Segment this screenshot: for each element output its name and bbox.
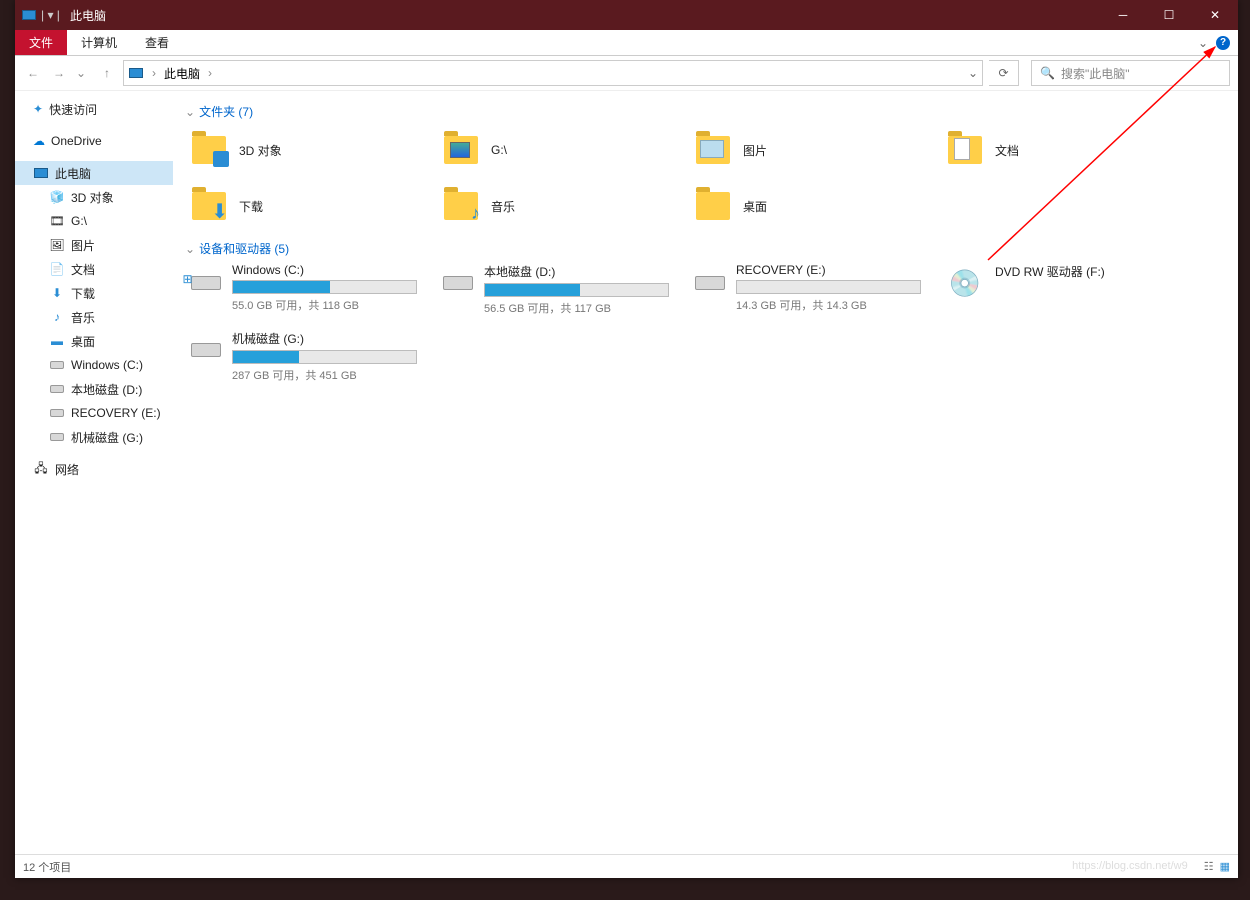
search-icon: 🔍 — [1040, 66, 1055, 80]
up-button[interactable]: ↑ — [97, 66, 117, 80]
ribbon-expand-icon[interactable]: ⌄ — [1198, 36, 1208, 50]
sidebar-item-c[interactable]: Windows (C:) — [15, 353, 173, 377]
explorer-window: | ▾ | 此电脑 ─ ☐ ✕ 文件 计算机 查看 ⌄ ? ← → ⌄ ↑ › … — [15, 0, 1238, 878]
statusbar: 12 个项目 https://blog.csdn.net/w9 ☷ ▦ — [15, 854, 1238, 878]
folder-label: 3D 对象 — [239, 142, 282, 159]
chevron-right-icon: › — [204, 66, 216, 80]
drive-tile[interactable]: 机械磁盘 (G:) 287 GB 可用，共 451 GB — [185, 330, 437, 383]
sidebar-item-desktop[interactable]: ▬桌面 — [15, 329, 173, 353]
folder-tile[interactable]: 桌面 — [689, 182, 941, 230]
watermark: https://blog.csdn.net/w9 — [1072, 860, 1188, 873]
group-folders[interactable]: ⌄文件夹 (7) — [185, 103, 1226, 120]
drive-stat: 287 GB 可用，共 451 GB — [232, 367, 417, 383]
drive-stat: 56.5 GB 可用，共 117 GB — [484, 300, 669, 316]
item-count: 12 个项目 — [23, 859, 71, 875]
drive-icon — [693, 263, 726, 303]
window-title: 此电脑 — [60, 7, 106, 24]
sidebar-item-3d[interactable]: 🧊3D 对象 — [15, 185, 173, 209]
folder-tile[interactable]: G:\ — [437, 126, 689, 174]
details-view-icon[interactable]: ☷ — [1204, 860, 1214, 873]
folder-tile[interactable]: 文档 — [941, 126, 1193, 174]
drive-tile[interactable]: 本地磁盘 (D:) 56.5 GB 可用，共 117 GB — [437, 263, 689, 316]
folder-label: 音乐 — [491, 198, 515, 215]
drive-icon: 💿 — [945, 263, 985, 303]
drive-icon — [441, 263, 474, 303]
ribbon: 文件 计算机 查看 ⌄ ? — [15, 30, 1238, 56]
drive-name: RECOVERY (E:) — [736, 263, 921, 277]
folder-label: G:\ — [491, 143, 507, 157]
folder-icon: ⬇ — [189, 186, 229, 226]
pc-icon — [128, 65, 144, 81]
group-drives[interactable]: ⌄设备和驱动器 (5) — [185, 240, 1226, 257]
drive-stat: 14.3 GB 可用，共 14.3 GB — [736, 297, 921, 313]
folder-label: 桌面 — [743, 198, 767, 215]
recent-menu[interactable]: ⌄ — [71, 66, 91, 80]
sidebar-item-gdrive[interactable]: 🎞G:\ — [15, 209, 173, 233]
chevron-right-icon: › — [148, 66, 160, 80]
drive-icon — [189, 330, 222, 370]
folder-icon: ♪ — [441, 186, 481, 226]
folder-icon — [693, 186, 733, 226]
sidebar: ✦快速访问 ☁OneDrive 此电脑 🧊3D 对象 🎞G:\ 🖼图片 📄文档 … — [15, 91, 173, 854]
forward-button[interactable]: → — [49, 66, 69, 80]
content-pane: ⌄文件夹 (7) 3D 对象 G:\ 图片 文档 ⬇ 下载 ♪ 音乐 桌面 ⌄设备和驱动器 (5… — [173, 91, 1238, 854]
drive-tile[interactable]: RECOVERY (E:) 14.3 GB 可用，共 14.3 GB — [689, 263, 941, 316]
drive-tile[interactable]: 💿 DVD RW 驱动器 (F:) — [941, 263, 1193, 316]
refresh-button[interactable]: ⟳ — [989, 60, 1019, 86]
navbar: ← → ⌄ ↑ › 此电脑 › ⌄ ⟳ 🔍 搜索"此电脑" — [15, 56, 1238, 90]
drive-name: Windows (C:) — [232, 263, 417, 277]
folder-tile[interactable]: 3D 对象 — [185, 126, 437, 174]
address-bar[interactable]: › 此电脑 › ⌄ — [123, 60, 983, 86]
folder-icon — [693, 130, 733, 170]
sidebar-item-d[interactable]: 本地磁盘 (D:) — [15, 377, 173, 401]
titlebar[interactable]: | ▾ | 此电脑 ─ ☐ ✕ — [15, 0, 1238, 30]
folder-label: 下载 — [239, 198, 263, 215]
folder-icon — [441, 130, 481, 170]
search-box[interactable]: 🔍 搜索"此电脑" — [1031, 60, 1230, 86]
folder-tile[interactable]: 图片 — [689, 126, 941, 174]
drive-stat: 55.0 GB 可用，共 118 GB — [232, 297, 417, 313]
folder-label: 图片 — [743, 142, 767, 159]
close-button[interactable]: ✕ — [1192, 0, 1238, 30]
drive-bar — [232, 280, 417, 294]
sidebar-item-network[interactable]: 🖧网络 — [15, 457, 173, 481]
maximize-button[interactable]: ☐ — [1146, 0, 1192, 30]
drive-name: 机械磁盘 (G:) — [232, 330, 417, 347]
sidebar-item-quick[interactable]: ✦快速访问 — [15, 97, 173, 121]
drive-bar — [736, 280, 921, 294]
folder-tile[interactable]: ⬇ 下载 — [185, 182, 437, 230]
search-placeholder: 搜索"此电脑" — [1061, 65, 1130, 82]
sidebar-item-g[interactable]: 机械磁盘 (G:) — [15, 425, 173, 449]
sidebar-item-onedrive[interactable]: ☁OneDrive — [15, 129, 173, 153]
sidebar-item-downloads[interactable]: ⬇下载 — [15, 281, 173, 305]
tab-file[interactable]: 文件 — [15, 30, 67, 55]
sidebar-item-music[interactable]: ♪音乐 — [15, 305, 173, 329]
tab-computer[interactable]: 计算机 — [67, 30, 131, 55]
drive-name: 本地磁盘 (D:) — [484, 263, 669, 280]
sidebar-item-e[interactable]: RECOVERY (E:) — [15, 401, 173, 425]
titlebar-icon: | ▾ | — [15, 7, 60, 23]
drive-name: DVD RW 驱动器 (F:) — [995, 263, 1173, 280]
tab-view[interactable]: 查看 — [131, 30, 183, 55]
minimize-button[interactable]: ─ — [1100, 0, 1146, 30]
large-view-icon[interactable]: ▦ — [1220, 860, 1230, 873]
address-dropdown[interactable]: ⌄ — [968, 66, 978, 80]
drive-icon: ⊞ — [189, 263, 222, 303]
folder-label: 文档 — [995, 142, 1019, 159]
back-button[interactable]: ← — [23, 66, 43, 80]
folder-icon — [945, 130, 985, 170]
drive-bar — [232, 350, 417, 364]
drive-bar — [484, 283, 669, 297]
sidebar-item-thispc[interactable]: 此电脑 — [15, 161, 173, 185]
folder-icon — [189, 130, 229, 170]
sidebar-item-pictures[interactable]: 🖼图片 — [15, 233, 173, 257]
help-icon[interactable]: ? — [1216, 36, 1230, 50]
folder-tile[interactable]: ♪ 音乐 — [437, 182, 689, 230]
breadcrumb[interactable]: 此电脑 — [164, 65, 200, 82]
drive-tile[interactable]: ⊞ Windows (C:) 55.0 GB 可用，共 118 GB — [185, 263, 437, 316]
sidebar-item-docs[interactable]: 📄文档 — [15, 257, 173, 281]
